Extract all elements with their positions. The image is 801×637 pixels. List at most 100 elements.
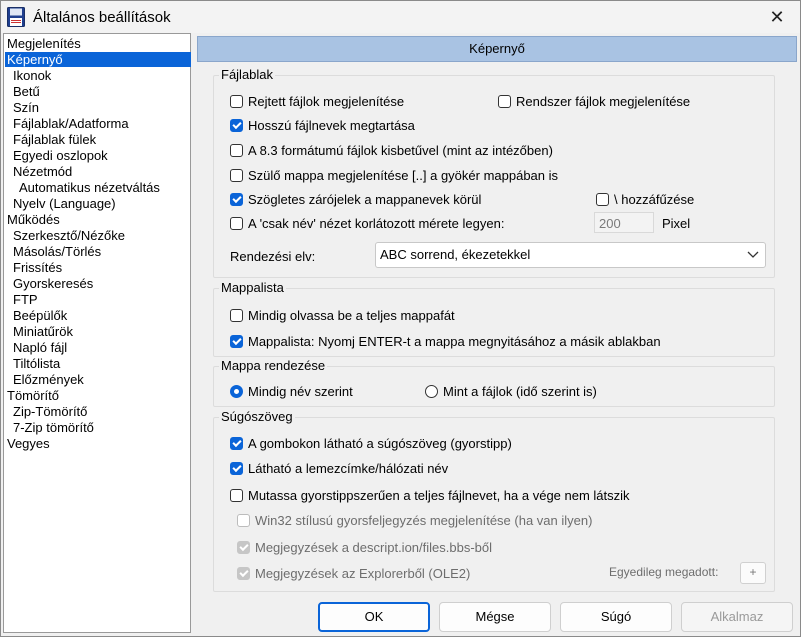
radio-label: Mint a fájlok (idő szerint is) — [443, 383, 597, 399]
descript-ion-checkbox[interactable]: Megjegyzések a descript.ion/files.bbs-bő… — [237, 538, 492, 556]
group-mappalista-label: Mappalista — [219, 280, 286, 295]
checkbox-box — [230, 118, 243, 132]
checkbox-box — [230, 308, 243, 322]
pixel-size-input[interactable]: 200 — [594, 212, 654, 233]
checkbox-box — [230, 488, 243, 502]
lemezcimke-checkbox[interactable]: Látható a lemezcímke/hálózati név — [230, 459, 448, 477]
mappalista-enter-checkbox[interactable]: Mappalista: Nyomj ENTER-t a mappa megnyi… — [230, 332, 661, 350]
checkbox-label: Hosszú fájlnevek megtartása — [248, 117, 415, 133]
checkbox-label: A 'csak név' nézet korlátozott mérete le… — [248, 215, 505, 231]
egyedileg-button[interactable]: + — [740, 562, 766, 584]
tree-item-beepulok[interactable]: Beépülők — [13, 308, 67, 323]
checkbox-label: Mutassa gyorstippszerűen a teljes fájlne… — [248, 487, 630, 503]
checkbox-label: \ hozzáfűzése — [614, 191, 695, 207]
gombokon-sugo-checkbox[interactable]: A gombokon látható a súgószöveg (gyorsti… — [230, 434, 512, 452]
sort-select[interactable]: ABC sorrend, ékezetekkel — [375, 242, 766, 268]
explorer-ole2-checkbox[interactable]: Megjegyzések az Explorerből (OLE2) — [237, 564, 470, 582]
checkbox-box — [230, 216, 243, 230]
panel-header: Képernyő — [197, 36, 797, 62]
tree-item-nezetmod[interactable]: Nézetmód — [13, 164, 72, 179]
hozzafuzes-checkbox[interactable]: \ hozzáfűzése — [596, 190, 694, 208]
checkbox-label: Megjegyzések az Explorerből (OLE2) — [255, 565, 471, 581]
checkbox-label: Rendszer fájlok megjelenítése — [516, 93, 691, 109]
rejtett-fajlok-checkbox[interactable]: Rejtett fájlok megjelenítése — [230, 92, 404, 110]
tree-item-naplo-fajl[interactable]: Napló fájl — [13, 340, 67, 355]
mint-fajlok-radio[interactable]: Mint a fájlok (idő szerint is) — [425, 382, 597, 400]
cancel-button[interactable]: Mégse — [439, 602, 551, 632]
checkbox-box — [237, 566, 250, 580]
tree-item-zip-tomorito[interactable]: Zip-Tömörítő — [13, 404, 87, 419]
rendszer-fajlok-checkbox[interactable]: Rendszer fájlok megjelenítése — [498, 92, 690, 110]
teljes-mappafa-checkbox[interactable]: Mindig olvassa be a teljes mappafát — [230, 306, 455, 324]
checkbox-label: Mindig olvassa be a teljes mappafát — [248, 307, 455, 323]
group-fajlablak-label: Fájlablak — [219, 67, 276, 82]
tree-item-betu[interactable]: Betű — [13, 84, 40, 99]
nev-szerint-radio[interactable]: Mindig név szerint — [230, 382, 353, 400]
checkbox-box — [230, 143, 243, 157]
group-sugoszoveg-label: Súgószöveg — [219, 409, 295, 424]
tree-item-ikonok[interactable]: Ikonok — [13, 68, 51, 83]
sort-select-value: ABC sorrend, ékezetekkel — [380, 247, 531, 262]
checkbox-label: A 8.3 formátumú fájlok kisbetűvel (mint … — [248, 142, 553, 158]
checkbox-label: Rejtett fájlok megjelenítése — [248, 93, 405, 109]
tree-item-7zip-tomorito[interactable]: 7-Zip tömörítő — [13, 420, 94, 435]
tree-item-egyedi-oszlopok[interactable]: Egyedi oszlopok — [13, 148, 108, 163]
win32-checkbox[interactable]: Win32 stílusú gyorsfeljegyzés megjelenít… — [237, 511, 592, 529]
window-title: Általános beállítások — [33, 9, 171, 26]
ok-button[interactable]: OK — [318, 602, 430, 632]
checkbox-box — [237, 513, 250, 527]
checkbox-label: Látható a lemezcímke/hálózati név — [248, 460, 449, 476]
radio-dot — [425, 384, 438, 398]
title-bar: Általános beállítások ✕ — [1, 1, 800, 33]
tree-item-automatikus-nezetvaltas[interactable]: Automatikus nézetváltás — [19, 180, 160, 195]
tree-item-miniaturok[interactable]: Miniatűrök — [13, 324, 73, 339]
radio-label: Mindig név szerint — [248, 383, 353, 399]
tree-item-masolas-torles[interactable]: Másolás/Törlés — [13, 244, 101, 259]
checkbox-label: Szögletes zárójelek a mappanevek körül — [248, 191, 482, 207]
hosszu-fajlnevek-checkbox[interactable]: Hosszú fájlnevek megtartása — [230, 116, 415, 134]
close-button[interactable]: ✕ — [754, 1, 800, 33]
tree-item-frissites[interactable]: Frissítés — [13, 260, 62, 275]
tree-item-nyelv[interactable]: Nyelv (Language) — [13, 196, 116, 211]
tree-item-tomorito[interactable]: Tömörítő — [7, 388, 59, 403]
tree-item-kepernyo[interactable]: Képernyő — [5, 52, 191, 67]
tree-item-megjelenites[interactable]: Megjelenítés — [7, 36, 81, 51]
app-floppy-icon — [7, 7, 25, 27]
szulo-mappa-checkbox[interactable]: Szülő mappa megjelenítése [..] a gyökér … — [230, 166, 558, 184]
tree-item-vegyes[interactable]: Vegyes — [7, 436, 50, 451]
checkbox-label: Megjegyzések a descript.ion/files.bbs-bő… — [255, 539, 493, 555]
gyorstipp-fajlnev-checkbox[interactable]: Mutassa gyorstippszerűen a teljes fájlne… — [230, 486, 630, 504]
checkbox-box — [498, 94, 511, 108]
tree-item-fajlablak-adatforma[interactable]: Fájlablak/Adatforma — [13, 116, 129, 131]
chevron-down-icon — [747, 243, 759, 277]
apply-button[interactable]: Alkalmaz — [681, 602, 793, 632]
settings-tree[interactable]: Megjelenítés Képernyő Ikonok Betű Szín F… — [3, 33, 191, 633]
sort-label: Rendezési elv: — [230, 249, 316, 264]
tree-item-elozmenyek[interactable]: Előzmények — [13, 372, 84, 387]
checkbox-label: Mappalista: Nyomj ENTER-t a mappa megnyi… — [248, 333, 661, 349]
checkbox-label: Szülő mappa megjelenítése [..] a gyökér … — [248, 167, 559, 183]
group-mappa-rendezese-label: Mappa rendezése — [219, 358, 328, 373]
checkbox-box — [230, 94, 243, 108]
checkbox-box — [230, 334, 243, 348]
tree-item-tiltolista[interactable]: Tiltólista — [13, 356, 60, 371]
tree-item-szin[interactable]: Szín — [13, 100, 39, 115]
tree-item-gyorskereses[interactable]: Gyorskeresés — [13, 276, 93, 291]
kisbetu-checkbox[interactable]: A 8.3 formátumú fájlok kisbetűvel (mint … — [230, 141, 553, 159]
help-button[interactable]: Súgó — [560, 602, 672, 632]
csak-nev-checkbox[interactable]: A 'csak név' nézet korlátozott mérete le… — [230, 214, 504, 232]
tree-item-szerkeszto[interactable]: Szerkesztő/Nézőke — [13, 228, 125, 243]
checkbox-label: Win32 stílusú gyorsfeljegyzés megjelenít… — [255, 512, 593, 528]
tree-item-mukodes[interactable]: Működés — [7, 212, 60, 227]
checkbox-box — [230, 192, 243, 206]
checkbox-box — [237, 540, 250, 554]
tree-item-ftp[interactable]: FTP — [13, 292, 38, 307]
checkbox-box — [230, 436, 243, 450]
checkbox-label: A gombokon látható a súgószöveg (gyorsti… — [248, 435, 512, 451]
radio-dot — [230, 384, 243, 398]
tree-item-fajlablak-fulek[interactable]: Fájlablak fülek — [13, 132, 96, 147]
szogletes-zarojelek-checkbox[interactable]: Szögletes zárójelek a mappanevek körül — [230, 190, 481, 208]
checkbox-box — [230, 168, 243, 182]
checkbox-box — [596, 192, 609, 206]
settings-window: Általános beállítások ✕ Megjelenítés Kép… — [0, 0, 801, 637]
